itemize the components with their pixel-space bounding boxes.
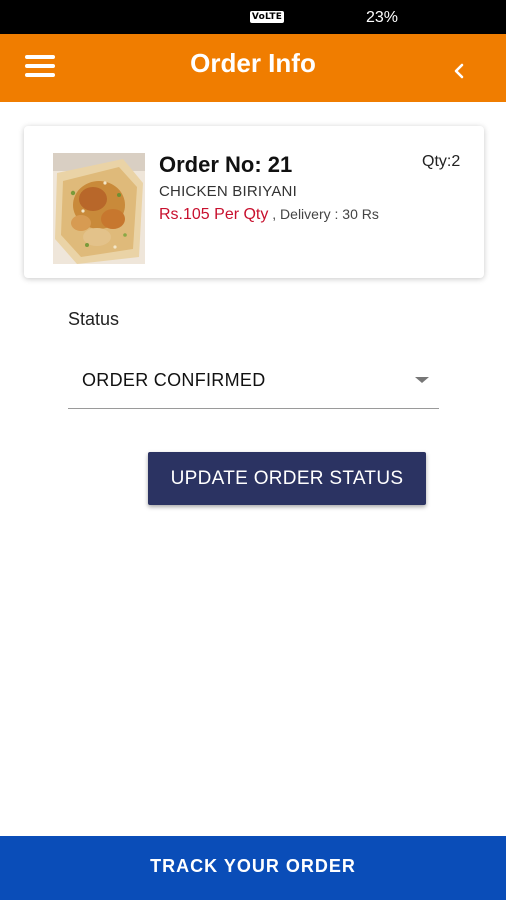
delivery-charge: , Delivery : 30 Rs: [268, 206, 379, 222]
track-order-button[interactable]: TRACK YOUR ORDER: [0, 836, 506, 900]
chevron-left-icon[interactable]: [449, 60, 469, 82]
app-bar: Order Info: [0, 34, 506, 102]
status-bar: VoLTE 23%: [0, 0, 506, 34]
order-card[interactable]: Order No: 21 Qty:2 CHICKEN BIRIYANI Rs.1…: [24, 126, 484, 278]
dropdown-arrow-icon: [415, 377, 429, 383]
battery-level: 23%: [366, 9, 399, 26]
update-order-status-button[interactable]: UPDATE ORDER STATUS: [148, 452, 426, 505]
page-title: Order Info: [190, 48, 316, 78]
order-quantity: Qty:2: [422, 153, 461, 170]
price-line: Rs.105 Per Qty , Delivery : 30 Rs: [159, 206, 379, 224]
status-dropdown[interactable]: ORDER CONFIRMED: [68, 355, 439, 409]
status-selected-value: ORDER CONFIRMED: [82, 370, 266, 390]
food-image: [53, 153, 145, 264]
order-number: Order No: 21: [159, 152, 293, 177]
status-label: Status: [68, 309, 120, 329]
item-name: CHICKEN BIRIYANI: [159, 183, 297, 200]
item-price: Rs.105 Per Qty: [159, 206, 269, 223]
volte-indicator: VoLTE: [250, 11, 284, 23]
